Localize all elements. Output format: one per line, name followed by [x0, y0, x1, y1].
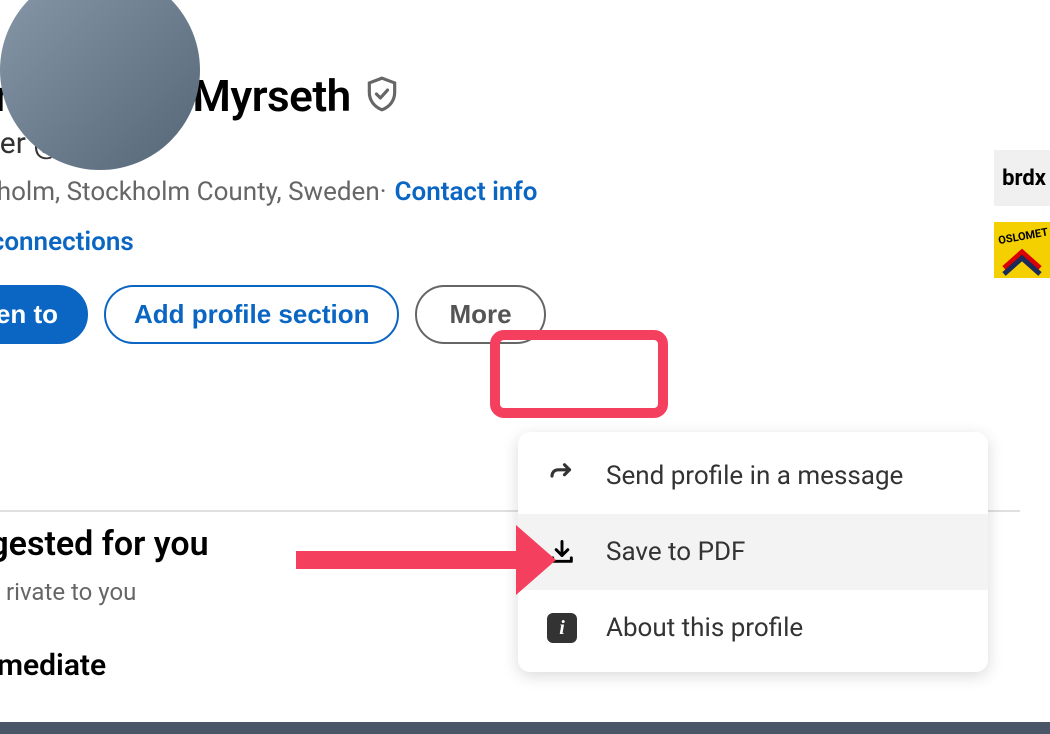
annotation-arrow-icon: [296, 515, 556, 609]
send-arrow-icon: [546, 460, 578, 492]
company-logo-oslomet[interactable]: OSLOMET: [994, 222, 1050, 278]
menu-item-about-profile[interactable]: i About this profile: [518, 590, 988, 666]
company-logo-brdx[interactable]: brdx: [994, 150, 1050, 206]
location-row: ckholm, Stockholm County, Sweden · Conta…: [0, 177, 1050, 207]
menu-item-label: About this profile: [606, 613, 803, 643]
separator: ·: [380, 177, 387, 207]
add-profile-section-button[interactable]: Add profile section: [104, 285, 399, 344]
more-dropdown-menu: Send profile in a message Save to PDF i …: [518, 432, 988, 672]
menu-item-label: Send profile in a message: [606, 461, 903, 491]
menu-item-send-profile[interactable]: Send profile in a message: [518, 438, 988, 514]
menu-item-label: Save to PDF: [606, 537, 745, 567]
connections-link[interactable]: + connections: [0, 227, 1050, 257]
location-text: ckholm, Stockholm County, Sweden: [0, 177, 380, 207]
verified-shield-icon: [363, 75, 401, 117]
download-icon: [546, 536, 578, 568]
contact-info-link[interactable]: Contact info: [394, 177, 537, 207]
suggested-title: ggested for you: [0, 524, 209, 564]
company-logos-sidebar: brdx OSLOMET: [994, 150, 1050, 278]
private-label: rivate to you: [6, 578, 136, 606]
subheading: ermediate: [0, 648, 209, 683]
open-to-button[interactable]: pen to: [0, 285, 88, 344]
menu-item-save-pdf[interactable]: Save to PDF: [518, 514, 988, 590]
info-icon: i: [546, 612, 578, 644]
more-button[interactable]: More: [415, 285, 545, 344]
footer-bar: [0, 722, 1050, 734]
